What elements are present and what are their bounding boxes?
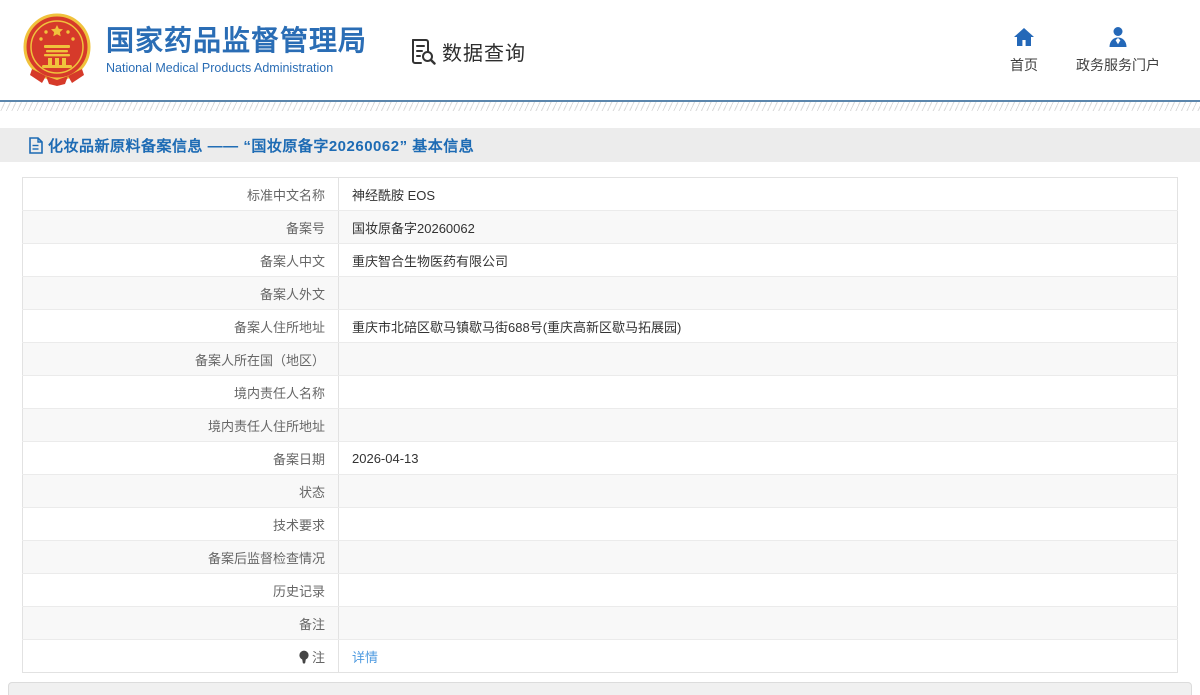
row-value [338,375,1178,409]
row-label: 备案号 [22,210,339,244]
nav-home[interactable]: 首页 [1010,25,1038,75]
row-label: 备注 [22,606,339,640]
bulb-icon [299,650,309,663]
table-row: 技术要求 [22,507,1178,541]
table-row: 备案人住所地址 重庆市北碚区歇马镇歇马街688号(重庆高新区歇马拓展园) [22,309,1178,343]
national-emblem-icon [23,13,91,86]
row-label: 备案人外文 [22,276,339,310]
brand-title-cn: 国家药品监督管理局 [106,25,368,57]
row-value: 神经酰胺 EOS [338,177,1178,211]
row-value: 2026-04-13 [338,441,1178,475]
hatch-strip [0,102,1200,111]
table-row: 备注 [22,606,1178,640]
section-label: 数据查询 [442,42,527,65]
row-label: 标准中文名称 [22,177,339,211]
row-label: 境内责任人名称 [22,375,339,409]
table-row: 备案人中文 重庆智合生物医药有限公司 [22,243,1178,277]
nav-home-label: 首页 [1010,57,1038,73]
document-icon [29,136,43,154]
nav-portal[interactable]: 政务服务门户 [1076,25,1160,75]
bottom-panel-edge [8,682,1192,695]
info-table-body: 标准中文名称 神经酰胺 EOS 备案号 国妆原备字20260062 备案人中文 重庆智合生… [22,177,1178,673]
logo[interactable]: 国家药品监督管理局 National Medical Products Admi… [22,13,367,87]
row-label: 技术要求 [22,507,339,541]
row-value [338,474,1178,508]
row-value [338,276,1178,310]
info-table-wrap: 标准中文名称 神经酰胺 EOS 备案号 国妆原备字20260062 备案人中文 重庆智合生… [22,177,1178,673]
row-value [338,540,1178,574]
table-row: 备案号 国妆原备字20260062 [22,210,1178,244]
table-row: 历史记录 [22,573,1178,607]
table-row: 境内责任人住所地址 [22,408,1178,442]
row-value: 详情 [338,639,1178,673]
info-table: 标准中文名称 神经酰胺 EOS 备案号 国妆原备字20260062 备案人中文 重庆智合生… [22,177,1178,673]
row-label: 备案后监督检查情况 [22,540,339,574]
row-value: 重庆市北碚区歇马镇歇马街688号(重庆高新区歇马拓展园) [338,309,1178,343]
header-nav: 首页 政务服务门户 [1010,25,1160,75]
row-label: 备案人住所地址 [22,309,339,343]
row-value [338,507,1178,541]
data-query-entry[interactable]: 数据查询 [409,37,526,66]
table-row: 状态 [22,474,1178,508]
brand-title-en: National Medical Products Administration [106,60,334,75]
row-label: 境内责任人住所地址 [22,408,339,442]
table-row: 备案日期 2026-04-13 [22,441,1178,475]
row-value [338,408,1178,442]
table-row: 标准中文名称 神经酰胺 EOS [22,177,1178,211]
table-row: 境内责任人名称 [22,375,1178,409]
page-title: 化妆品新原料备案信息 —— “国妆原备字20260062” 基本信息 [48,137,475,155]
row-label: 备案日期 [22,441,339,475]
row-label: 状态 [22,474,339,508]
row-value: 重庆智合生物医药有限公司 [338,243,1178,277]
row-value [338,573,1178,607]
table-row: 备案人所在国（地区） [22,342,1178,376]
table-row: 注详情 [22,639,1178,673]
home-icon [1014,28,1034,46]
row-value [338,606,1178,640]
page-title-bar: 化妆品新原料备案信息 —— “国妆原备字20260062” 基本信息 [0,128,1200,162]
brand-text: 国家药品监督管理局 National Medical Products Admi… [106,25,367,74]
row-label: 备案人所在国（地区） [22,342,339,376]
user-icon [1109,27,1127,47]
table-row: 备案后监督检查情况 [22,540,1178,574]
document-search-icon [412,38,436,65]
detail-link[interactable]: 详情 [352,650,378,665]
row-label: 历史记录 [22,573,339,607]
row-value: 国妆原备字20260062 [338,210,1178,244]
nav-portal-label: 政务服务门户 [1076,57,1160,73]
site-header: 国家药品监督管理局 National Medical Products Admi… [0,0,1200,100]
row-label: 注 [22,639,339,673]
row-label: 备案人中文 [22,243,339,277]
row-value [338,342,1178,376]
table-row: 备案人外文 [22,276,1178,310]
